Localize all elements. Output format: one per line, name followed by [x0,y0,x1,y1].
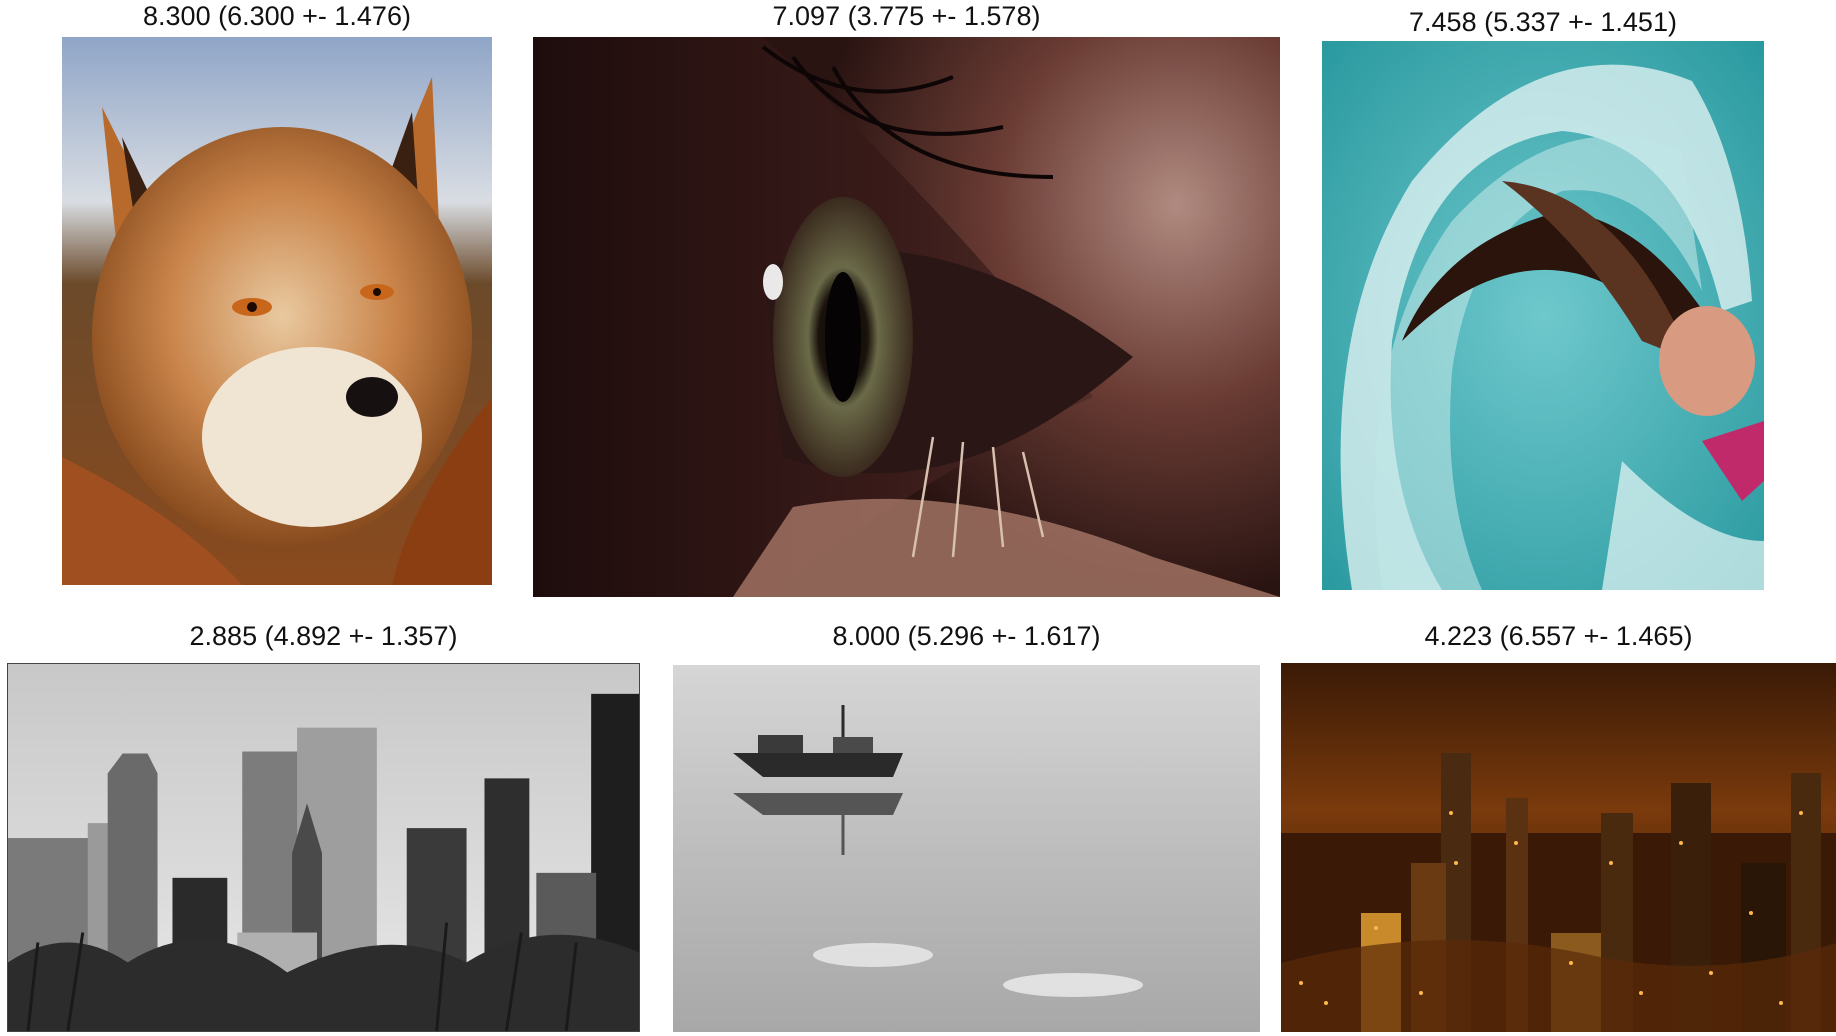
image-tile-boat: 8.000 (5.296 +- 1.617) [673,620,1260,1032]
image-score-caption: 8.000 (5.296 +- 1.617) [832,621,1101,651]
image-score-caption: 8.300 (6.300 +- 1.476) [143,1,411,31]
image-score-caption: 4.223 (6.557 +- 1.465) [1424,621,1693,651]
boat-reflection-photo [673,665,1260,1032]
image-score-caption: 7.097 (3.775 +- 1.578) [772,1,1041,31]
fox-photo [62,37,492,585]
image-score-caption: 2.885 (4.892 +- 1.357) [189,621,458,651]
eye-photo [533,37,1280,597]
city-skyline-photo [7,663,640,1032]
hair-flip-water-photo [1322,41,1764,590]
image-tile-skyline: 2.885 (4.892 +- 1.357) [7,620,640,1032]
night-city-photo [1281,663,1836,1032]
image-tile-hair-flip: 7.458 (5.337 +- 1.451) [1322,0,1764,592]
image-score-caption: 7.458 (5.337 +- 1.451) [1409,7,1677,37]
image-tile-fox: 8.300 (6.300 +- 1.476) [62,0,492,590]
image-tile-night-city: 4.223 (6.557 +- 1.465) [1281,620,1836,1032]
image-tile-eye: 7.097 (3.775 +- 1.578) [533,0,1280,600]
